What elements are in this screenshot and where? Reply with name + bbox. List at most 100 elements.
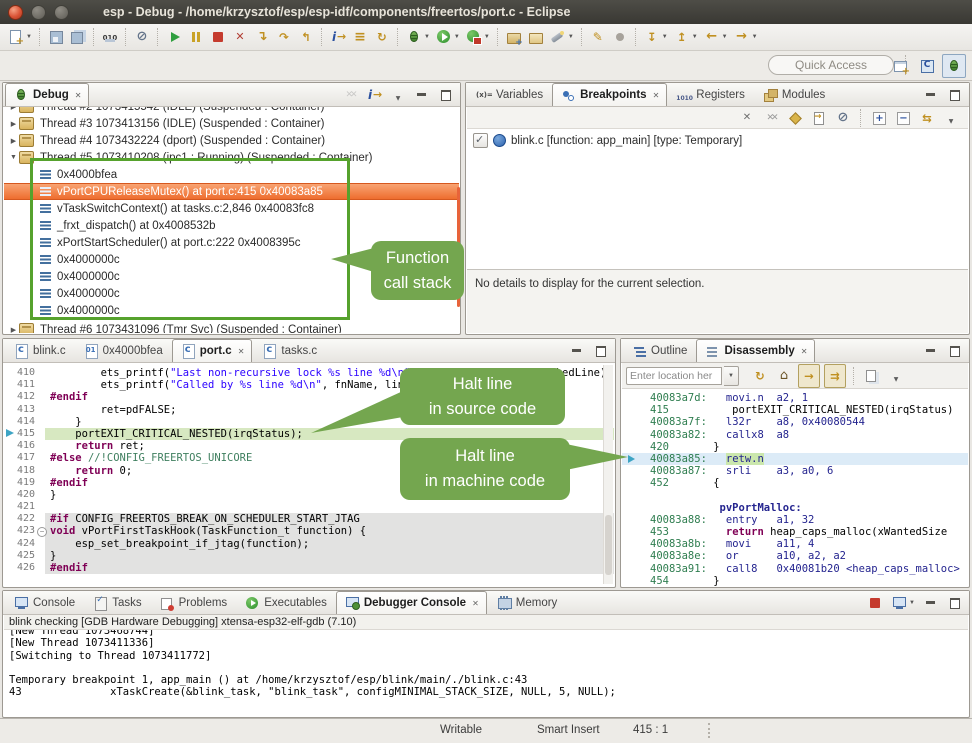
stack-frame-row[interactable]: _frxt_dispatch() at 0x4008532b xyxy=(4,217,459,234)
disassembly-line[interactable]: 40083a7d: movi.n a2, 1 xyxy=(622,392,968,404)
toolbar-instruction-stepping-button[interactable] xyxy=(328,26,348,48)
editor-scrollbar[interactable] xyxy=(603,365,613,584)
debug-view-minimize-button[interactable] xyxy=(412,84,432,106)
tab-close-icon[interactable]: ✕ xyxy=(472,599,479,608)
disassembly-line[interactable]: 454 } xyxy=(622,575,968,586)
debug-tab-debug[interactable]: Debug✕ xyxy=(5,83,89,106)
toolbar-step-return-button[interactable] xyxy=(296,26,316,48)
editor-line[interactable]: 422#if CONFIG_FREERTOS_BREAK_ON_SCHEDULE… xyxy=(4,513,614,525)
debug-thread-row[interactable]: ▶Thread #6 1073431096 (Tmr Svc) (Suspend… xyxy=(4,321,459,333)
toolbar-build-binary-button[interactable] xyxy=(100,26,120,48)
editor-line[interactable]: 424 esp_set_breakpoint_if_jtag(function)… xyxy=(4,538,614,550)
dropdown-caret-icon[interactable]: ▼ xyxy=(424,34,430,40)
disassembly-minimize-button[interactable] xyxy=(921,340,941,362)
console-tab-debugger-console[interactable]: Debugger Console✕ xyxy=(336,591,487,614)
toolbar-back-button[interactable]: ▼ xyxy=(702,26,730,48)
disassembly-line[interactable]: 453 return heap_caps_malloc(xWantedSize xyxy=(622,526,968,538)
toolbar-mark-occurrences-button[interactable] xyxy=(588,26,608,48)
console-minimize-button[interactable] xyxy=(921,592,941,614)
editor-tab-tasks-c[interactable]: tasks.c xyxy=(253,339,325,362)
debug-call-stack-tree[interactable]: ▶Thread #2 1073415542 (IDLE) (Suspended … xyxy=(4,107,459,333)
location-dropdown-icon[interactable]: ▼ xyxy=(724,366,739,386)
disassembly-tab-disassembly[interactable]: Disassembly✕ xyxy=(696,339,815,362)
stack-frame-row[interactable]: vTaskSwitchContext() at tasks.c:2,846 0x… xyxy=(4,200,459,217)
breakpoints-collapse-all-button[interactable] xyxy=(893,107,913,129)
tab-close-icon[interactable]: ✕ xyxy=(801,347,808,356)
disassembly-refresh-view-button[interactable] xyxy=(750,365,770,387)
editor-line[interactable]: 421 xyxy=(4,501,614,513)
toolbar-external-tools-button[interactable]: ▼ xyxy=(464,26,492,48)
statusbar-drag-handle[interactable] xyxy=(708,723,710,738)
disassembly-maximize-button[interactable] xyxy=(945,340,965,362)
debug-view-maximize-button[interactable] xyxy=(436,84,456,106)
dropdown-caret-icon[interactable]: ▼ xyxy=(722,34,728,40)
editor-line[interactable]: 426#endif xyxy=(4,562,614,574)
toolbar-suspend-button[interactable] xyxy=(186,26,206,48)
console-display-selected-console-button[interactable]: ▼ xyxy=(889,592,917,614)
disassembly-line[interactable]: 452 { xyxy=(622,477,968,489)
toolbar-new-button[interactable]: ▼ xyxy=(6,26,34,48)
disassembly-line[interactable] xyxy=(622,490,968,502)
source-editor[interactable]: 410 ets_printf("Last non-recursive lock … xyxy=(4,363,614,586)
editor-line[interactable]: 414 } xyxy=(4,416,614,428)
breakpoint-checkbox[interactable] xyxy=(473,133,488,148)
toolbar-step-into-button[interactable] xyxy=(252,26,272,48)
fold-marker-icon[interactable]: − xyxy=(37,527,47,537)
tab-close-icon[interactable]: ✕ xyxy=(653,91,660,100)
toolbar-open-element-button[interactable] xyxy=(526,26,546,48)
dropdown-caret-icon[interactable]: ▼ xyxy=(568,34,574,40)
toolbar-disconnect-button[interactable] xyxy=(230,26,250,48)
editor-line[interactable]: 415 portEXIT_CRITICAL_NESTED(irqStatus); xyxy=(4,428,614,440)
debug-view-view-menu-button[interactable] xyxy=(388,84,408,106)
disassembly-line[interactable]: 40083a88: entry a1, 32 xyxy=(622,514,968,526)
disassembly-tab-outline[interactable]: Outline xyxy=(623,339,695,362)
editor-line[interactable]: 411 ets_printf("Called by %s line %d\n",… xyxy=(4,379,614,391)
tab-close-icon[interactable]: ✕ xyxy=(238,347,245,356)
editor-line[interactable]: 418 return 0; xyxy=(4,465,614,477)
stack-frame-row[interactable]: 0x4000000c xyxy=(4,268,459,285)
toolbar-debug-button[interactable]: ▼ xyxy=(404,26,432,48)
expander-icon[interactable]: ▶ xyxy=(8,326,19,334)
console-terminate-button[interactable] xyxy=(865,592,885,614)
breakpoints-view-menu-button[interactable] xyxy=(941,107,961,129)
stack-frame-row[interactable]: 0x4000000c xyxy=(4,285,459,302)
editor-line[interactable]: 417#else //!CONFIG_FREERTOS_UNICORE xyxy=(4,452,614,464)
toolbar-annotation-sett-button[interactable] xyxy=(610,26,630,48)
editor-line[interactable]: 423void vPortFirstTaskHook(TaskFunction_… xyxy=(4,525,614,537)
toolbar-run-button[interactable]: ▼ xyxy=(434,26,462,48)
dropdown-caret-icon[interactable]: ▼ xyxy=(909,600,915,606)
tab-close-icon[interactable]: ✕ xyxy=(75,91,82,100)
editor-minimize-button[interactable] xyxy=(567,340,587,362)
editor-tab-blink-c[interactable]: blink.c xyxy=(5,339,74,362)
debug-thread-row[interactable]: ▼Thread #5 1073410208 (ipc1 : Running) (… xyxy=(4,149,459,166)
location-input[interactable] xyxy=(626,367,722,385)
quick-access-button[interactable]: Quick Access xyxy=(768,55,894,75)
console-output[interactable]: [New Thread 1073468744][New Thread 10734… xyxy=(4,630,968,716)
expander-icon[interactable]: ▼ xyxy=(8,154,19,161)
editor-maximize-button[interactable] xyxy=(591,340,611,362)
toolbar-terminate-button[interactable] xyxy=(208,26,228,48)
stack-frame-row[interactable]: vPortCPUReleaseMutex() at port.c:415 0x4… xyxy=(4,183,459,200)
cpp-perspective-button[interactable] xyxy=(916,55,938,77)
breakpoints-tab-registers[interactable]: Registers xyxy=(668,83,753,106)
disassembly-line[interactable]: 40083a85: retw.n xyxy=(622,453,968,465)
breakpoints-remove-all-breakpoints-button[interactable] xyxy=(761,107,781,129)
disassembly-line[interactable]: 40083a7f: l32r a8, 0x40080544 xyxy=(622,416,968,428)
toolbar-save-all-button[interactable] xyxy=(68,26,88,48)
editor-line[interactable]: 413 ret=pdFALSE; xyxy=(4,404,614,416)
window-maximize-button[interactable] xyxy=(54,5,69,20)
breakpoints-remove-breakpoint-button[interactable] xyxy=(737,107,757,129)
editor-line[interactable]: 410 ets_printf("Last non-recursive lock … xyxy=(4,367,614,379)
editor-line[interactable]: 412#endif xyxy=(4,391,614,403)
breakpoints-tab-modules[interactable]: Modules xyxy=(754,83,833,106)
breakpoints-skip-all-breakpoints-button[interactable] xyxy=(833,107,853,129)
editor-line[interactable]: 419#endif xyxy=(4,477,614,489)
disassembly-track-expression-button[interactable] xyxy=(798,364,820,388)
breakpoints-view-maximize-button[interactable] xyxy=(945,84,965,106)
breakpoints-goto-file-for-breakpoint-button[interactable] xyxy=(809,107,829,129)
open-perspective-button[interactable] xyxy=(890,55,912,77)
stack-frame-row[interactable]: xPortStartScheduler() at port.c:222 0x40… xyxy=(4,234,459,251)
editor-tab-0x4000bfea[interactable]: 0x4000bfea xyxy=(75,339,171,362)
dropdown-caret-icon[interactable]: ▼ xyxy=(662,34,668,40)
dropdown-caret-icon[interactable]: ▼ xyxy=(484,34,490,40)
